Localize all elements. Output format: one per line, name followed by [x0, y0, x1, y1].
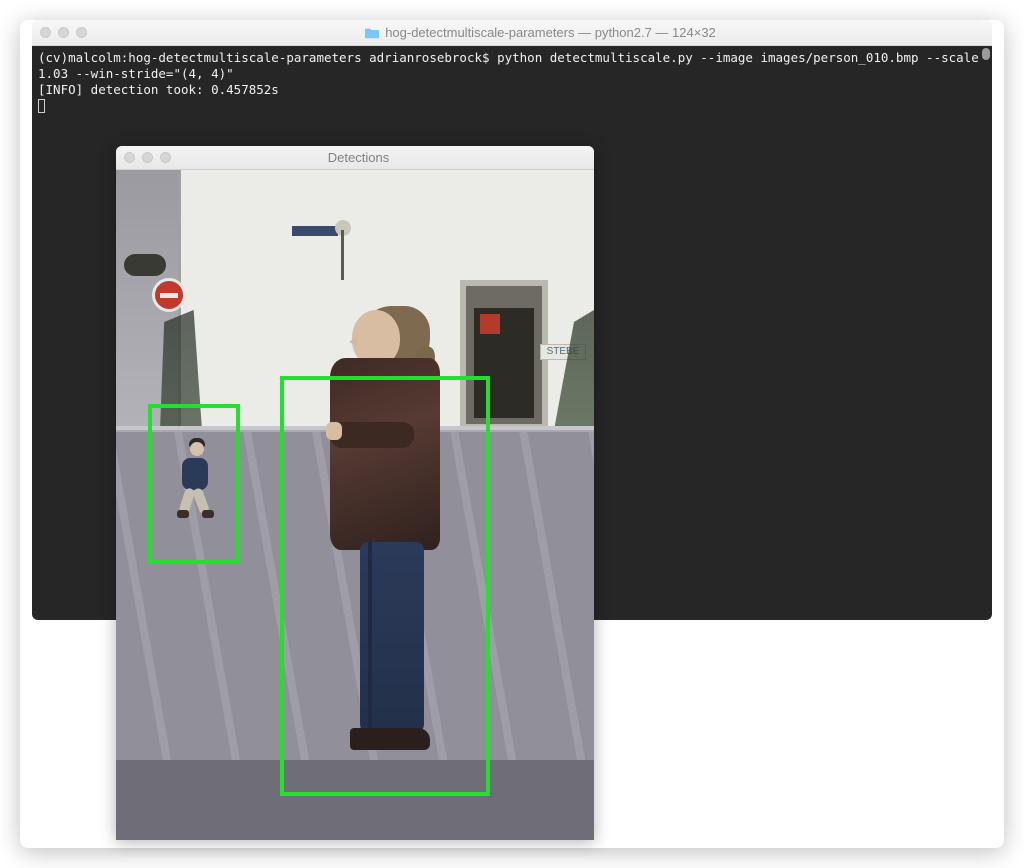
terminal-title: hog-detectmultiscale-parameters — python… [97, 25, 984, 40]
close-icon[interactable] [124, 152, 135, 163]
no-entry-sign-icon [152, 278, 186, 312]
minimize-icon[interactable] [58, 27, 69, 38]
folder-icon [365, 26, 379, 40]
zoom-icon[interactable] [76, 27, 87, 38]
scene-store-badge [124, 254, 166, 276]
scene-lamp [332, 220, 352, 280]
terminal-prompt: (cv)malcolm:hog-detectmultiscale-paramet… [38, 50, 497, 65]
scrollbar[interactable] [982, 48, 990, 60]
detections-image: STEBE [116, 170, 594, 840]
detection-box-child [148, 404, 240, 564]
detections-titlebar[interactable]: Detections [116, 146, 594, 170]
screenshot-frame: hog-detectmultiscale-parameters — python… [20, 20, 1004, 848]
terminal-titlebar[interactable]: hog-detectmultiscale-parameters — python… [32, 20, 992, 46]
terminal-output: [INFO] detection took: 0.457852s [38, 82, 279, 97]
traffic-lights[interactable] [124, 152, 171, 163]
detections-title: Detections [181, 150, 536, 165]
detections-window[interactable]: Detections STEBE [116, 146, 594, 840]
traffic-lights[interactable] [40, 27, 87, 38]
close-icon[interactable] [40, 27, 51, 38]
detection-box-woman [280, 376, 490, 796]
zoom-icon[interactable] [160, 152, 171, 163]
minimize-icon[interactable] [142, 152, 153, 163]
terminal-cursor [38, 99, 45, 113]
terminal-title-text: hog-detectmultiscale-parameters — python… [385, 25, 716, 40]
